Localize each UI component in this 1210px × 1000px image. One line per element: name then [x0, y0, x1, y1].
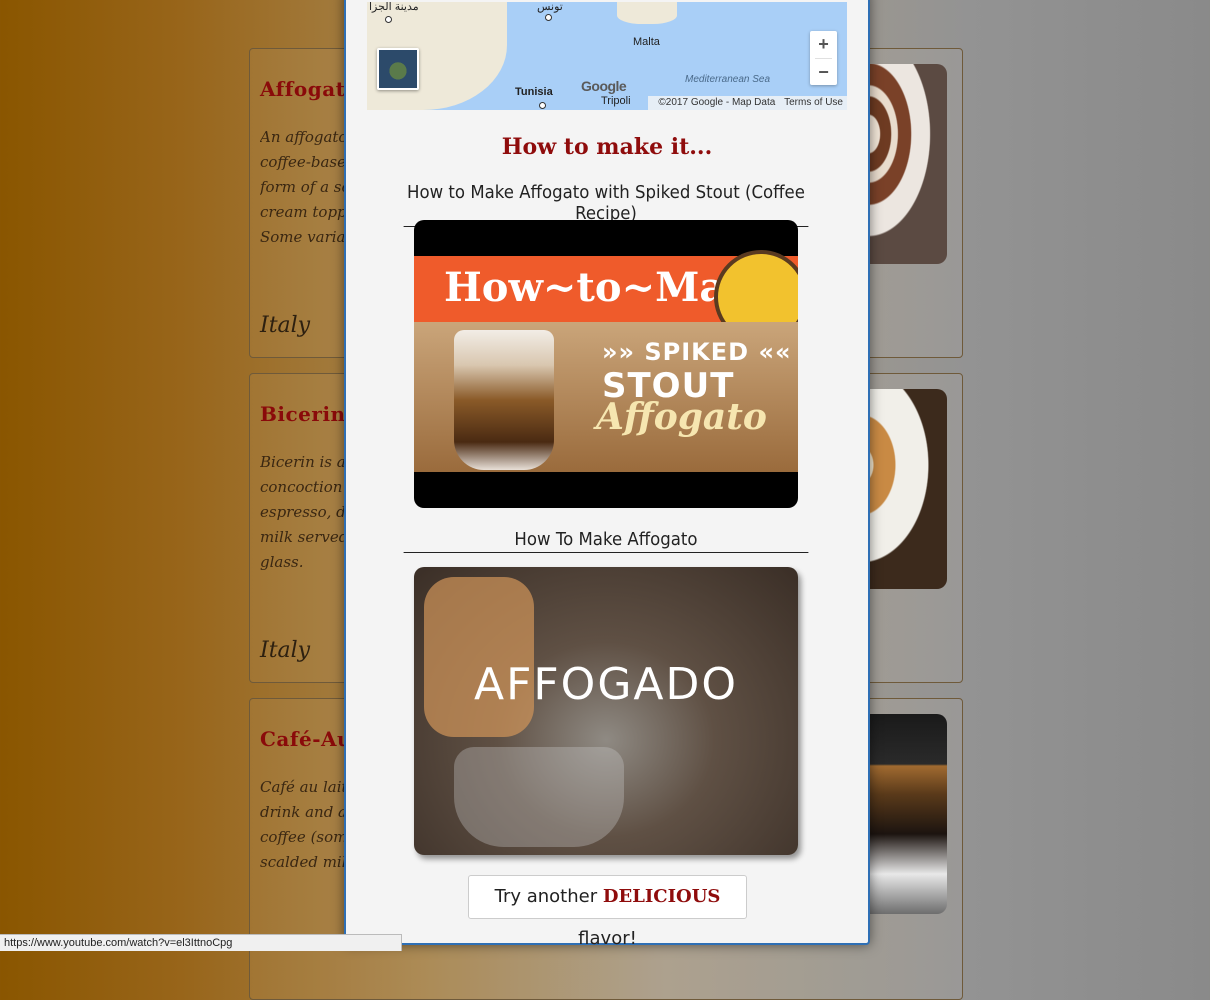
affogato-glass-image: [454, 330, 554, 470]
map-land: [617, 2, 677, 24]
map-label-sea: Mediterranean Sea: [685, 74, 771, 85]
map-widget[interactable]: مدينة الجزا تونس Malta Tunisia Tripoli M…: [367, 2, 847, 110]
google-logo: Google: [581, 78, 627, 94]
map-attribution: ©2017 Google - Map Data Terms of Use: [648, 96, 847, 110]
try-another-button[interactable]: Try another DELICIOUS flavor!: [468, 875, 747, 949]
thumb-text: »» SPIKED ««: [602, 338, 792, 366]
card-title: Bicerin: [260, 402, 346, 426]
try-suffix: flavor!: [578, 928, 637, 949]
map-marker: [385, 16, 392, 23]
map-label-malta: Malta: [633, 36, 660, 48]
map-terms-link[interactable]: Terms of Use: [784, 97, 843, 108]
thumb-bowl-image: [454, 747, 624, 847]
thumb-jar-image: [424, 577, 534, 737]
map-satellite-toggle[interactable]: [377, 48, 419, 90]
map-zoom-controls: + −: [810, 31, 837, 85]
video-player[interactable]: How~to~Make »» SPIKED «« STOUT Affogato: [414, 220, 798, 508]
recipe-modal: مدينة الجزا تونس Malta Tunisia Tripoli M…: [344, 0, 870, 949]
zoom-out-button[interactable]: −: [810, 59, 837, 86]
try-highlight: DELICIOUS: [602, 886, 721, 907]
zoom-in-button[interactable]: +: [810, 31, 837, 58]
map-copyright: ©2017 Google - Map Data: [658, 97, 776, 108]
thumb-text: Affogato: [596, 396, 767, 438]
map-label-city: مدينة الجزا: [369, 2, 419, 13]
card-origin: Italy: [260, 638, 311, 663]
map-label-tripoli: Tripoli: [601, 95, 631, 107]
map-label-city: تونس: [537, 2, 563, 13]
how-to-title: How to make it...: [501, 134, 713, 160]
map-marker: [545, 14, 552, 21]
thumb-text: AFFOGADO: [473, 659, 739, 710]
browser-status-url: https://www.youtube.com/watch?v=el3Ittno…: [0, 934, 402, 951]
map-marker: [539, 102, 546, 109]
card-origin: Italy: [260, 313, 311, 338]
map-label-tunisia: Tunisia: [515, 86, 553, 98]
try-prefix: Try another: [494, 886, 603, 907]
video-player[interactable]: AFFOGADO: [414, 567, 798, 855]
video-title: How To Make Affogato: [403, 529, 809, 553]
